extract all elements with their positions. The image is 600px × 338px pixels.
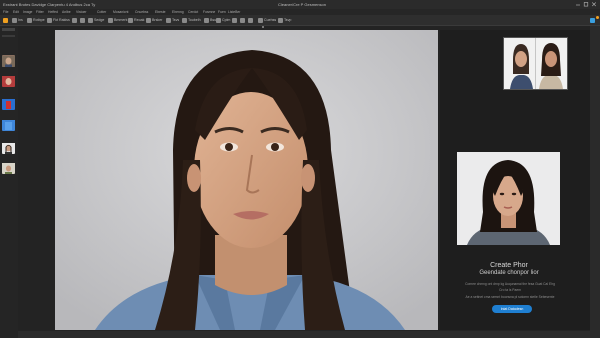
toolbar: Ins Rotbpe Fkt Rakiss Sedge Bmmerk Reoak… [0, 15, 600, 26]
lasso-icon[interactable]: Fkt Rakiss [47, 17, 70, 23]
comparison-thumbnail[interactable] [503, 37, 568, 90]
crop-icon[interactable]: Rotbpe [27, 17, 45, 23]
panel-divider [2, 35, 15, 37]
shape-icon[interactable]: Toubelh [182, 17, 201, 23]
move-icon[interactable]: Ins [12, 17, 23, 23]
settings-icon[interactable]: Cuehss [258, 17, 276, 23]
mask-icon[interactable] [248, 17, 254, 23]
adjust-icon[interactable] [240, 17, 246, 23]
caption-title: Create Phor [490, 262, 528, 269]
layers-icon[interactable] [232, 17, 238, 23]
document-title: Cleaner/Cre P Gesmenson [278, 2, 326, 7]
heal-icon[interactable]: Bmmerk [108, 17, 127, 23]
title-bar: Exstrant Brotes Davidge Clarpentu 4 Andb… [0, 0, 600, 9]
zoom-icon[interactable]: Cplm [216, 17, 230, 23]
layer-thumbnail[interactable] [2, 98, 15, 110]
gradient-icon[interactable]: Brsker [146, 17, 162, 23]
layer-thumbnail[interactable] [2, 119, 15, 131]
home-icon[interactable] [3, 17, 9, 23]
right-scroll-strip[interactable] [590, 26, 600, 338]
left-panel [0, 26, 19, 338]
text-icon[interactable]: Sedge [88, 17, 104, 23]
layer-thumbnail[interactable] [2, 55, 15, 67]
window-controls [575, 0, 597, 9]
description-line: Cro ta ls Paem [499, 288, 521, 292]
close-icon[interactable] [591, 0, 597, 9]
main-portrait-photo[interactable] [55, 30, 438, 330]
layer-thumbnail[interactable] [2, 75, 15, 87]
color-swatch-icon[interactable] [596, 16, 599, 19]
description-line: Ae a settnet cma semnt boonsna pl sotomn… [465, 295, 555, 299]
hand-icon[interactable]: Bsu [204, 17, 216, 23]
generate-button[interactable]: Iniat Datodesn [492, 305, 532, 313]
brush-icon[interactable] [72, 17, 78, 23]
pen-icon[interactable]: Tsvs [166, 17, 179, 23]
canvas-marker [262, 26, 264, 28]
maximize-icon[interactable] [583, 0, 589, 9]
description-line: Cornee chmng ont drnp kg Auqunamai the f… [465, 282, 555, 286]
layer-thumbnail[interactable] [2, 142, 15, 154]
clone-icon[interactable]: Reoak [128, 17, 144, 23]
status-bar [18, 331, 590, 338]
eraser-icon[interactable] [80, 17, 86, 23]
generated-portrait-thumbnail[interactable] [457, 152, 560, 245]
layer-thumbnail[interactable] [2, 162, 15, 174]
minimize-icon[interactable] [575, 0, 581, 9]
export-icon[interactable]: Tsvp [278, 17, 291, 23]
panel-header [2, 28, 15, 31]
caption-subtitle: Geendate chonpor lior [479, 270, 539, 276]
app-title: Exstrant Brotes Davidge Clarpentu 4 Andb… [3, 2, 96, 7]
